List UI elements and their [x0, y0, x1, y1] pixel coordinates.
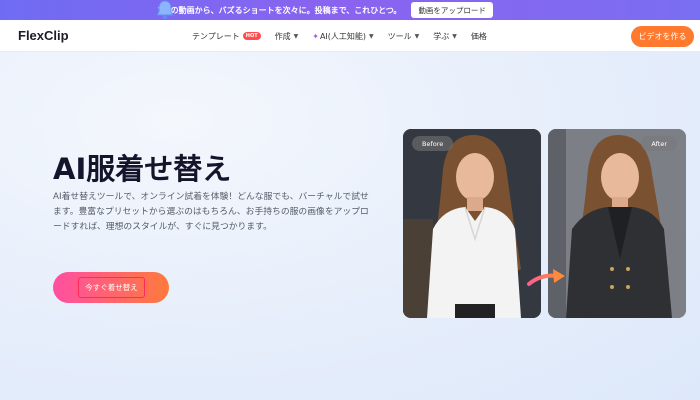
bell-icon	[156, 0, 174, 19]
chevron-down-icon: ▼	[452, 32, 457, 40]
menu-learn[interactable]: 学ぶ ▼	[433, 31, 457, 42]
menu-ai[interactable]: ✦ AI(人工知能) ▼	[312, 31, 373, 42]
menu-pricing-label: 価格	[470, 31, 487, 41]
chevron-down-icon: ▼	[293, 32, 299, 40]
upload-video-button[interactable]: 動画をアップロード	[411, 2, 493, 18]
chevron-down-icon: ▼	[414, 32, 420, 40]
arrow-right-icon	[527, 269, 565, 286]
menu-tools-label: ツール	[387, 31, 412, 41]
top-nav: FlexClip テンプレート HOT 作成 ▼ ✦ AI(人工知能) ▼ ツー…	[0, 20, 700, 52]
before-person-illustration	[403, 129, 541, 318]
menu-tools[interactable]: ツール ▼	[388, 31, 420, 42]
before-image: Before	[403, 129, 541, 318]
hero-description: AI着せ替えツールで、オンライン試着を体験！どんな服でも、バーチャルで試せます。…	[53, 192, 369, 232]
menu-pricing[interactable]: 価格	[471, 31, 487, 42]
menu-create-label: 作成	[274, 31, 291, 41]
before-tag: Before	[412, 136, 454, 151]
try-on-now-label: 今すぐ着せ替え	[78, 277, 145, 298]
sparkle-icon: ✦	[312, 31, 319, 41]
page-title: AI服着せ替え	[53, 152, 232, 186]
promo-banner: 1本の動画から、バズるショートを次々に。投稿まで、これひとつ。 動画をアップロー…	[0, 0, 700, 20]
menu-templates-label: テンプレート	[192, 31, 240, 41]
banner-text: 1本の動画から、バズるショートを次々に。投稿まで、これひとつ。	[157, 5, 402, 15]
hot-badge: HOT	[242, 32, 261, 40]
menu-create[interactable]: 作成 ▼	[275, 31, 299, 42]
chevron-down-icon: ▼	[369, 32, 374, 40]
make-video-button[interactable]: ビデオを作る	[631, 26, 694, 47]
main-menu: テンプレート HOT 作成 ▼ ✦ AI(人工知能) ▼ ツール ▼ 学ぶ ▼ …	[192, 20, 501, 52]
menu-templates[interactable]: テンプレート HOT	[192, 31, 261, 42]
menu-learn-label: 学ぶ	[433, 31, 450, 41]
menu-ai-label: AI(人工知能)	[319, 31, 367, 41]
try-on-now-button[interactable]: 今すぐ着せ替え	[53, 272, 169, 303]
logo-text: FlexClip	[18, 28, 69, 43]
flexclip-logo[interactable]: FlexClip	[18, 28, 69, 43]
after-tag: After	[641, 136, 677, 151]
